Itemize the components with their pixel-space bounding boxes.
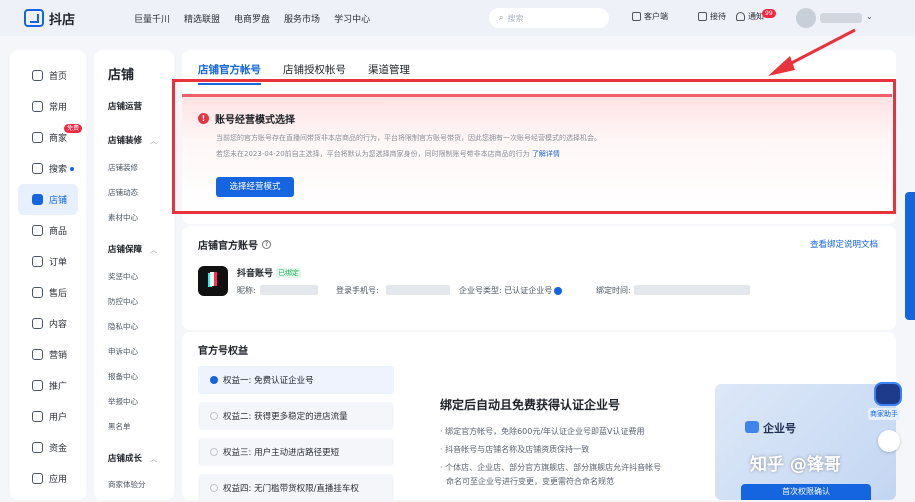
arrow-head: [768, 56, 795, 76]
red-arrow-annotation: [768, 28, 856, 76]
